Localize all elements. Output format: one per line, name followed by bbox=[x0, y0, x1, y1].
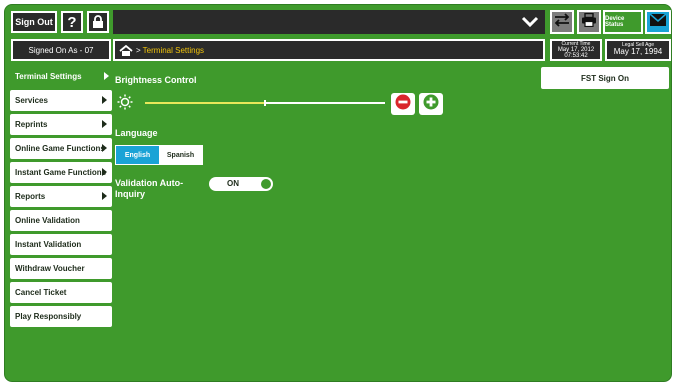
sidebar-item-label: Services bbox=[15, 96, 48, 105]
mail-icon bbox=[649, 12, 667, 32]
signed-on-status: Signed On As - 07 bbox=[11, 39, 111, 61]
arrow-right-icon bbox=[102, 168, 107, 176]
legal-sell-age-box: Legal Sell Age May 17, 1994 bbox=[605, 39, 671, 61]
legal-age-date: May 17, 1994 bbox=[613, 47, 663, 56]
current-time-box: Current Time May 17, 2012 07:53:42 bbox=[550, 39, 602, 61]
language-selector: English Spanish bbox=[115, 145, 203, 165]
sidebar-item-label: Reprints bbox=[15, 120, 48, 129]
sun-icon bbox=[117, 94, 133, 110]
brightness-slider-handle[interactable] bbox=[264, 100, 266, 106]
lock-button[interactable] bbox=[87, 11, 109, 33]
brightness-control-label: Brightness Control bbox=[115, 75, 197, 85]
swap-arrows-icon bbox=[554, 12, 570, 32]
print-button[interactable] bbox=[577, 10, 601, 34]
brightness-slider-fill bbox=[145, 102, 265, 104]
sidebar-item-terminal-settings[interactable]: Terminal Settings bbox=[10, 66, 114, 87]
printer-icon bbox=[581, 12, 597, 32]
arrow-right-icon bbox=[104, 72, 109, 80]
sidebar-item-label: Withdraw Voucher bbox=[15, 264, 85, 273]
language-label: Language bbox=[115, 128, 158, 138]
sidebar-item-label: Terminal Settings bbox=[15, 72, 82, 81]
home-icon[interactable] bbox=[119, 44, 133, 56]
breadcrumb-current: Terminal Settings bbox=[142, 45, 205, 55]
current-time: 07:53:42 bbox=[564, 53, 588, 59]
sidebar-item-withdraw-voucher[interactable]: Withdraw Voucher bbox=[10, 258, 112, 279]
sidebar-item-label: Instant Validation bbox=[15, 240, 82, 249]
toggle-knob bbox=[261, 179, 271, 189]
breadcrumb-separator: > bbox=[136, 45, 141, 55]
fst-sign-on-button[interactable]: FST Sign On bbox=[541, 67, 669, 89]
arrow-right-icon bbox=[102, 120, 107, 128]
sidebar-item-online-game-functions[interactable]: Online Game Functions bbox=[10, 138, 112, 159]
language-option-english[interactable]: English bbox=[116, 146, 159, 164]
message-strip bbox=[113, 10, 545, 34]
minus-circle-icon bbox=[395, 94, 411, 115]
brightness-decrease-button[interactable] bbox=[391, 93, 415, 115]
language-option-spanish[interactable]: Spanish bbox=[159, 146, 202, 164]
arrow-right-icon bbox=[102, 144, 107, 152]
device-status-button[interactable]: Device Status bbox=[603, 10, 643, 34]
sidebar-item-label: Play Responsibly bbox=[15, 312, 82, 321]
sidebar-item-instant-validation[interactable]: Instant Validation bbox=[10, 234, 112, 255]
validation-auto-inquiry-label: Validation Auto-Inquiry bbox=[115, 178, 184, 199]
sidebar-item-label: Cancel Ticket bbox=[15, 288, 67, 297]
sidebar-item-cancel-ticket[interactable]: Cancel Ticket bbox=[10, 282, 112, 303]
breadcrumb: > Terminal Settings bbox=[113, 39, 545, 61]
sidebar-item-online-validation[interactable]: Online Validation bbox=[10, 210, 112, 231]
validation-auto-inquiry-toggle[interactable]: ON bbox=[209, 177, 273, 191]
plus-circle-icon bbox=[423, 94, 439, 115]
top-bar: Sign Out ? Device Status bbox=[5, 5, 671, 37]
sidebar-item-play-responsibly[interactable]: Play Responsibly bbox=[10, 306, 112, 327]
sign-out-button[interactable]: Sign Out bbox=[11, 11, 57, 33]
sidebar-item-services[interactable]: Services bbox=[10, 90, 112, 111]
arrow-right-icon bbox=[102, 192, 107, 200]
sidebar-item-label: Online Game Functions bbox=[15, 144, 105, 153]
swap-button[interactable] bbox=[550, 10, 574, 34]
brightness-increase-button[interactable] bbox=[419, 93, 443, 115]
sidebar-menu: Terminal Settings Services Reprints Onli… bbox=[10, 66, 114, 330]
toggle-state-text: ON bbox=[227, 179, 239, 188]
sidebar-item-label: Reports bbox=[15, 192, 46, 201]
brightness-slider[interactable] bbox=[145, 100, 385, 106]
help-button[interactable]: ? bbox=[61, 11, 83, 33]
mail-button[interactable] bbox=[645, 10, 671, 34]
sidebar-item-instant-game-functions[interactable]: Instant Game Functions bbox=[10, 162, 112, 183]
sidebar-item-reprints[interactable]: Reprints bbox=[10, 114, 112, 135]
sidebar-item-label: Instant Game Functions bbox=[15, 168, 107, 177]
sidebar-item-reports[interactable]: Reports bbox=[10, 186, 112, 207]
chevron-down-icon[interactable] bbox=[520, 14, 540, 30]
lock-icon bbox=[92, 14, 104, 30]
terminal-window: Sign Out ? Device Status Signed On As - … bbox=[4, 4, 672, 382]
sidebar-item-label: Online Validation bbox=[15, 216, 80, 225]
arrow-right-icon bbox=[102, 96, 107, 104]
